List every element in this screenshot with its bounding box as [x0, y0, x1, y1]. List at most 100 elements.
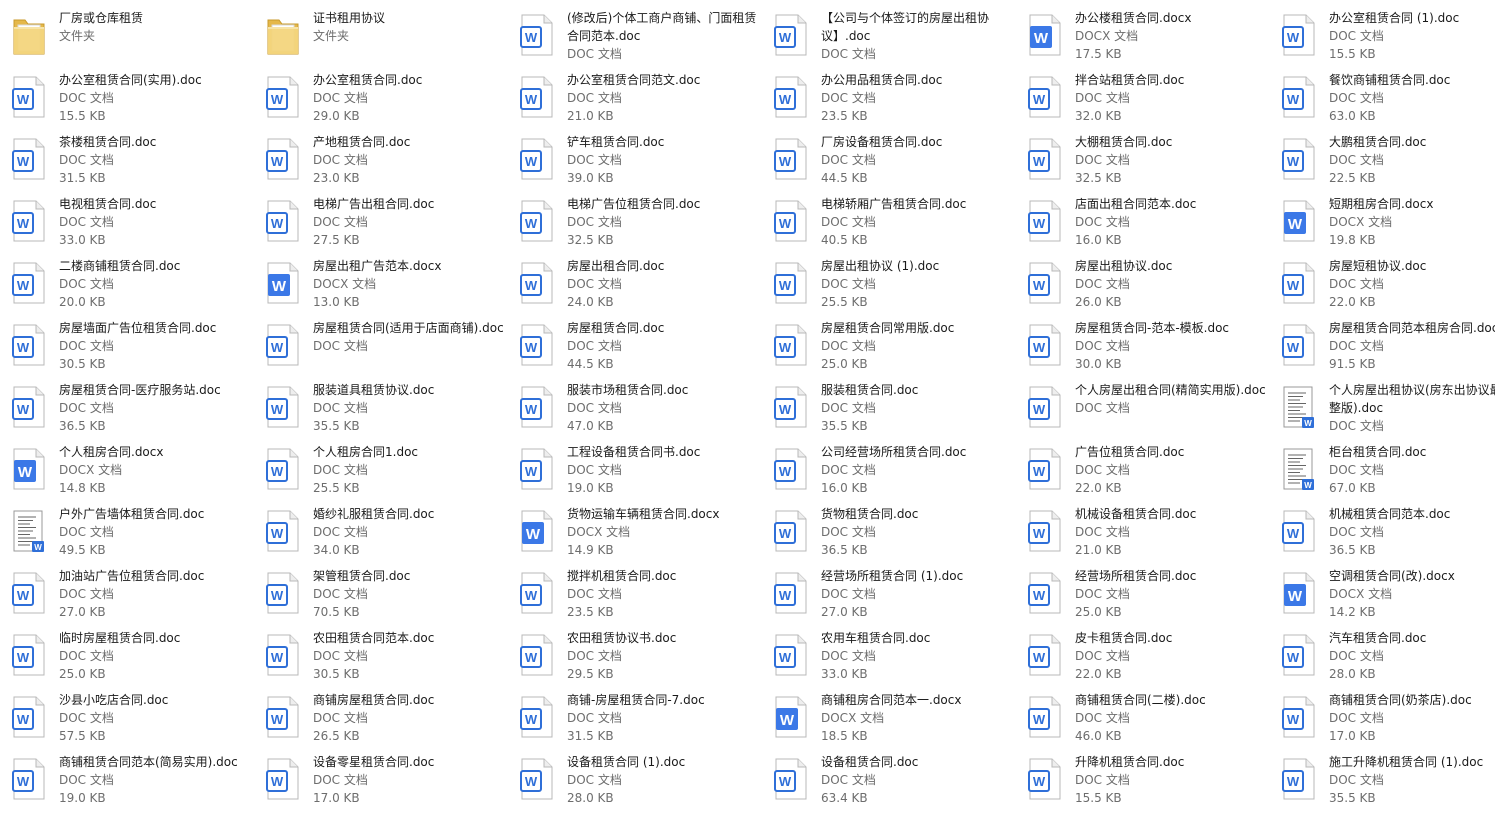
file-item[interactable]: W 升降机租赁合同.doc DOC 文档 15.5 KB: [1016, 753, 1270, 815]
file-item[interactable]: W 商铺租赁合同(二楼).doc DOC 文档 46.0 KB: [1016, 691, 1270, 753]
file-item[interactable]: W 电视租赁合同.doc DOC 文档 33.0 KB: [0, 195, 254, 257]
file-size: 16.0 KB: [821, 481, 868, 495]
file-size: 63.0 KB: [1329, 109, 1376, 123]
file-item[interactable]: W 农用车租赁合同.doc DOC 文档 33.0 KB: [762, 629, 1016, 691]
file-item[interactable]: W 机械设备租赁合同.doc DOC 文档 21.0 KB: [1016, 505, 1270, 567]
file-item[interactable]: W 设备租赁合同.doc DOC 文档 63.4 KB: [762, 753, 1016, 815]
file-size: 25.0 KB: [59, 667, 106, 681]
file-item[interactable]: W 商铺租赁合同范本(简易实用).doc DOC 文档 19.0 KB: [0, 753, 254, 815]
file-item[interactable]: W 经营场所租赁合同.doc DOC 文档 25.0 KB: [1016, 567, 1270, 629]
file-item[interactable]: W 【公司与个体签订的房屋出租协议】.doc DOC 文档: [762, 9, 1016, 71]
file-item[interactable]: W 设备租赁合同 (1).doc DOC 文档 28.0 KB: [508, 753, 762, 815]
file-item[interactable]: W 婚纱礼服租赁合同.doc DOC 文档 34.0 KB: [254, 505, 508, 567]
file-type: DOC 文档: [313, 711, 368, 725]
file-item[interactable]: W 空调租赁合同(改).docx DOCX 文档 14.2 KB: [1270, 567, 1495, 629]
file-type: DOC 文档: [821, 525, 876, 539]
file-item[interactable]: W 房屋出租协议.doc DOC 文档 26.0 KB: [1016, 257, 1270, 319]
file-item[interactable]: W 设备零星租赁合同.doc DOC 文档 17.0 KB: [254, 753, 508, 815]
svg-text:W: W: [1033, 774, 1046, 789]
file-item[interactable]: W 架管租赁合同.doc DOC 文档 70.5 KB: [254, 567, 508, 629]
svg-text:W: W: [271, 340, 284, 355]
file-name: 产地租赁合同.doc: [313, 135, 411, 149]
file-name: 房屋租赁合同.doc: [567, 321, 665, 335]
file-item[interactable]: W 商铺租房合同范本一.docx DOCX 文档 18.5 KB: [762, 691, 1016, 753]
file-item[interactable]: W 办公室租赁合同.doc DOC 文档 29.0 KB: [254, 71, 508, 133]
file-name: 办公室租赁合同范文.doc: [567, 73, 701, 87]
file-item[interactable]: W 皮卡租赁合同.doc DOC 文档 22.0 KB: [1016, 629, 1270, 691]
file-item[interactable]: W 公司经营场所租赁合同.doc DOC 文档 16.0 KB: [762, 443, 1016, 505]
file-item[interactable]: W 服装市场租赁合同.doc DOC 文档 47.0 KB: [508, 381, 762, 443]
svg-text:W: W: [525, 340, 538, 355]
file-item[interactable]: W 施工升降机租赁合同 (1).doc DOC 文档 35.5 KB: [1270, 753, 1495, 815]
file-item[interactable]: W 房屋短租协议.doc DOC 文档 22.0 KB: [1270, 257, 1495, 319]
file-item[interactable]: W 货物租赁合同.doc DOC 文档 36.5 KB: [762, 505, 1016, 567]
file-item[interactable]: W 茶楼租赁合同.doc DOC 文档 31.5 KB: [0, 133, 254, 195]
file-item[interactable]: W (修改后)个体工商户商铺、门面租赁合同范本.doc DOC 文档: [508, 9, 762, 71]
file-item[interactable]: W 商铺-房屋租赁合同-7.doc DOC 文档 31.5 KB: [508, 691, 762, 753]
file-size: 24.0 KB: [567, 295, 614, 309]
file-item[interactable]: W 铲车租赁合同.doc DOC 文档 39.0 KB: [508, 133, 762, 195]
file-item[interactable]: W 柜台租赁合同.doc DOC 文档 67.0 KB: [1270, 443, 1495, 505]
file-item[interactable]: W 房屋租赁合同范本租房合同.doc DOC 文档 91.5 KB: [1270, 319, 1495, 381]
file-item[interactable]: W 办公室租赁合同(实用).doc DOC 文档 15.5 KB: [0, 71, 254, 133]
folder-item[interactable]: 厂房或仓库租赁 文件夹: [0, 9, 254, 71]
file-item[interactable]: W 店面出租合同范本.doc DOC 文档 16.0 KB: [1016, 195, 1270, 257]
file-info: 【公司与个体签订的房屋出租协议】.doc DOC 文档: [821, 9, 1016, 63]
svg-text:W: W: [1033, 216, 1046, 231]
file-item[interactable]: W 机械租赁合同范本.doc DOC 文档 36.5 KB: [1270, 505, 1495, 567]
file-item[interactable]: W 商铺租赁合同(奶茶店).doc DOC 文档 17.0 KB: [1270, 691, 1495, 753]
file-item[interactable]: W 房屋出租合同.doc DOC 文档 24.0 KB: [508, 257, 762, 319]
file-item[interactable]: W 房屋租赁合同-医疗服务站.doc DOC 文档 36.5 KB: [0, 381, 254, 443]
file-item[interactable]: W 搅拌机租赁合同.doc DOC 文档 23.5 KB: [508, 567, 762, 629]
file-info: 服装租赁合同.doc DOC 文档 35.5 KB: [821, 381, 1016, 435]
file-item[interactable]: W 加油站广告位租赁合同.doc DOC 文档 27.0 KB: [0, 567, 254, 629]
file-item[interactable]: W 房屋租赁合同.doc DOC 文档 44.5 KB: [508, 319, 762, 381]
file-item[interactable]: W 个人租房合同1.doc DOC 文档 25.5 KB: [254, 443, 508, 505]
file-item[interactable]: W 服装租赁合同.doc DOC 文档 35.5 KB: [762, 381, 1016, 443]
file-item[interactable]: W 房屋租赁合同常用版.doc DOC 文档 25.0 KB: [762, 319, 1016, 381]
file-item[interactable]: W 个人租房合同.docx DOCX 文档 14.8 KB: [0, 443, 254, 505]
file-item[interactable]: W 房屋租赁合同(适用于店面商铺).doc DOC 文档: [254, 319, 508, 381]
file-item[interactable]: W 经营场所租赁合同 (1).doc DOC 文档 27.0 KB: [762, 567, 1016, 629]
file-size: 23.5 KB: [821, 109, 868, 123]
file-item[interactable]: W 房屋租赁合同-范本-模板.doc DOC 文档 30.0 KB: [1016, 319, 1270, 381]
file-item[interactable]: W 办公室租赁合同范文.doc DOC 文档 21.0 KB: [508, 71, 762, 133]
docx-icon: W: [1026, 12, 1064, 58]
file-item[interactable]: W 个人房屋出租合同(精简实用版).doc DOC 文档: [1016, 381, 1270, 443]
file-item[interactable]: W 电梯广告出租合同.doc DOC 文档 27.5 KB: [254, 195, 508, 257]
file-item[interactable]: W 汽车租赁合同.doc DOC 文档 28.0 KB: [1270, 629, 1495, 691]
file-item[interactable]: W 厂房设备租赁合同.doc DOC 文档 44.5 KB: [762, 133, 1016, 195]
file-item[interactable]: W 广告位租赁合同.doc DOC 文档 22.0 KB: [1016, 443, 1270, 505]
file-size: 27.0 KB: [59, 605, 106, 619]
file-item[interactable]: W 货物运输车辆租赁合同.docx DOCX 文档 14.9 KB: [508, 505, 762, 567]
file-size: 26.5 KB: [313, 729, 360, 743]
file-item[interactable]: W 农田租赁合同范本.doc DOC 文档 30.5 KB: [254, 629, 508, 691]
file-item[interactable]: W 产地租赁合同.doc DOC 文档 23.0 KB: [254, 133, 508, 195]
svg-text:W: W: [779, 774, 792, 789]
file-item[interactable]: W 服装道具租赁协议.doc DOC 文档 35.5 KB: [254, 381, 508, 443]
folder-item[interactable]: 证书租用协议 文件夹: [254, 9, 508, 71]
file-name: 厂房设备租赁合同.doc: [821, 135, 943, 149]
file-item[interactable]: W 农田租赁协议书.doc DOC 文档 29.5 KB: [508, 629, 762, 691]
file-item[interactable]: W 二楼商铺租赁合同.doc DOC 文档 20.0 KB: [0, 257, 254, 319]
file-item[interactable]: W 短期租房合同.docx DOCX 文档 19.8 KB: [1270, 195, 1495, 257]
file-item[interactable]: W 商铺房屋租赁合同.doc DOC 文档 26.5 KB: [254, 691, 508, 753]
file-item[interactable]: W 电梯轿厢广告租赁合同.doc DOC 文档 40.5 KB: [762, 195, 1016, 257]
file-item[interactable]: W 电梯广告位租赁合同.doc DOC 文档 32.5 KB: [508, 195, 762, 257]
file-item[interactable]: W 餐饮商铺租赁合同.doc DOC 文档 63.0 KB: [1270, 71, 1495, 133]
file-item[interactable]: W 大鹏租赁合同.doc DOC 文档 22.5 KB: [1270, 133, 1495, 195]
file-item[interactable]: W 房屋墙面广告位租赁合同.doc DOC 文档 30.5 KB: [0, 319, 254, 381]
file-item[interactable]: W 临时房屋租赁合同.doc DOC 文档 25.0 KB: [0, 629, 254, 691]
file-item[interactable]: W 办公楼租赁合同.docx DOCX 文档 17.5 KB: [1016, 9, 1270, 71]
file-item[interactable]: W 房屋出租协议 (1).doc DOC 文档 25.5 KB: [762, 257, 1016, 319]
file-item[interactable]: W 拌合站租赁合同.doc DOC 文档 32.0 KB: [1016, 71, 1270, 133]
file-item[interactable]: W 个人房屋出租协议(房东出协议最完整版).doc DOC 文档: [1270, 381, 1495, 443]
file-item[interactable]: W 工程设备租赁合同书.doc DOC 文档 19.0 KB: [508, 443, 762, 505]
file-item[interactable]: W 房屋出租广告范本.docx DOCX 文档 13.0 KB: [254, 257, 508, 319]
file-item[interactable]: W 办公室租赁合同 (1).doc DOC 文档 15.5 KB: [1270, 9, 1495, 71]
file-item[interactable]: W 大棚租赁合同.doc DOC 文档 32.5 KB: [1016, 133, 1270, 195]
file-item[interactable]: W 户外广告墙体租赁合同.doc DOC 文档 49.5 KB: [0, 505, 254, 567]
file-item[interactable]: W 办公用品租赁合同.doc DOC 文档 23.5 KB: [762, 71, 1016, 133]
folder-icon: [264, 12, 302, 58]
file-item[interactable]: W 沙县小吃店合同.doc DOC 文档 57.5 KB: [0, 691, 254, 753]
